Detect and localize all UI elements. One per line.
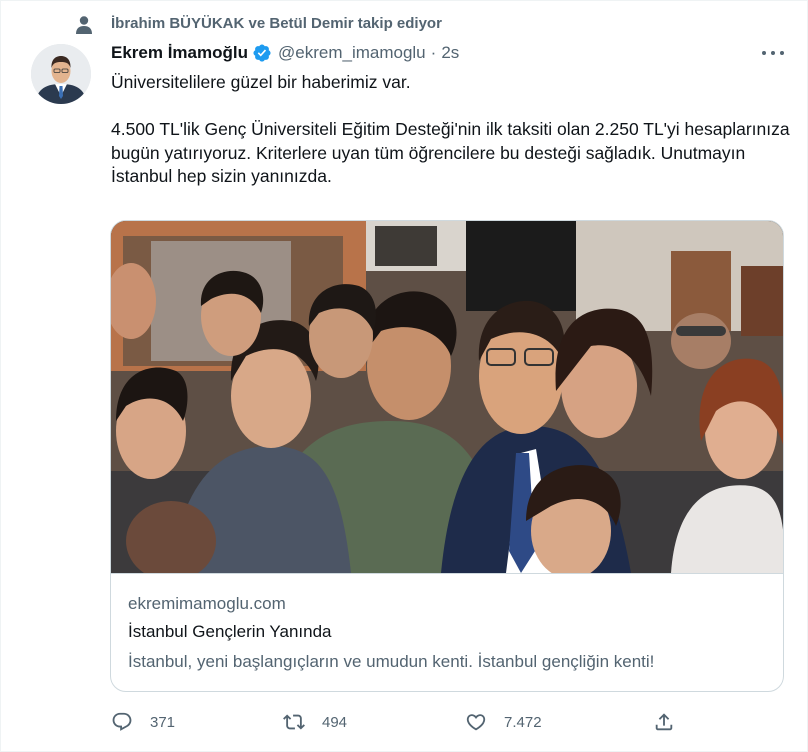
group-photo-image: [111, 221, 783, 573]
person-icon: [76, 16, 92, 34]
header-separator: ·: [430, 43, 437, 62]
action-bar: 371 494 7.472: [111, 707, 685, 737]
retweet-button[interactable]: 494: [283, 707, 347, 737]
share-button[interactable]: [653, 707, 675, 737]
tweet-header: Ekrem İmamoğlu @ekrem_imamoglu · 2s: [111, 41, 459, 65]
reply-count: 371: [150, 713, 176, 731]
card-description: İstanbul, yeni başlangıçların ve umudun …: [128, 652, 655, 671]
card-photo[interactable]: [111, 221, 783, 573]
tweet-paragraph: Üniversitelilere güzel bir haberimiz var…: [111, 72, 411, 92]
link-preview-card[interactable]: ekremimamoglu.com İstanbul Gençlerin Yan…: [110, 220, 784, 692]
author-name[interactable]: Ekrem İmamoğlu: [111, 43, 248, 63]
social-context-text[interactable]: İbrahim BÜYÜKAK ve Betül Demir takip edi…: [111, 15, 442, 32]
like-count: 7.472: [504, 713, 542, 731]
share-icon: [655, 713, 673, 731]
heart-icon: [466, 714, 486, 731]
tweet-paragraph: 4.500 TL'lik Genç Üniversiteli Eğitim De…: [111, 119, 790, 186]
tweet-article[interactable]: İbrahim BÜYÜKAK ve Betül Demir takip edi…: [0, 0, 808, 752]
card-domain: ekremimamoglu.com: [128, 594, 286, 613]
verified-badge-icon: [253, 44, 271, 62]
like-button[interactable]: 7.472: [465, 707, 542, 737]
reply-button[interactable]: 371: [111, 707, 175, 737]
more-options-button[interactable]: [759, 43, 787, 63]
retweet-icon: [283, 714, 305, 730]
tweet-text: Üniversitelilere güzel bir haberimiz var…: [111, 71, 791, 189]
avatar[interactable]: [31, 44, 91, 104]
author-handle[interactable]: @ekrem_imamoglu: [278, 43, 426, 63]
tweet-timestamp[interactable]: 2s: [441, 43, 459, 63]
more-dot-icon: [762, 51, 766, 55]
reply-icon: [112, 712, 132, 731]
card-title: İstanbul Gençlerin Yanında: [128, 622, 332, 641]
retweet-count: 494: [322, 713, 348, 731]
card-meta: ekremimamoglu.com İstanbul Gençlerin Yan…: [111, 573, 783, 691]
more-dot-icon: [771, 51, 775, 55]
more-dot-icon: [780, 51, 784, 55]
